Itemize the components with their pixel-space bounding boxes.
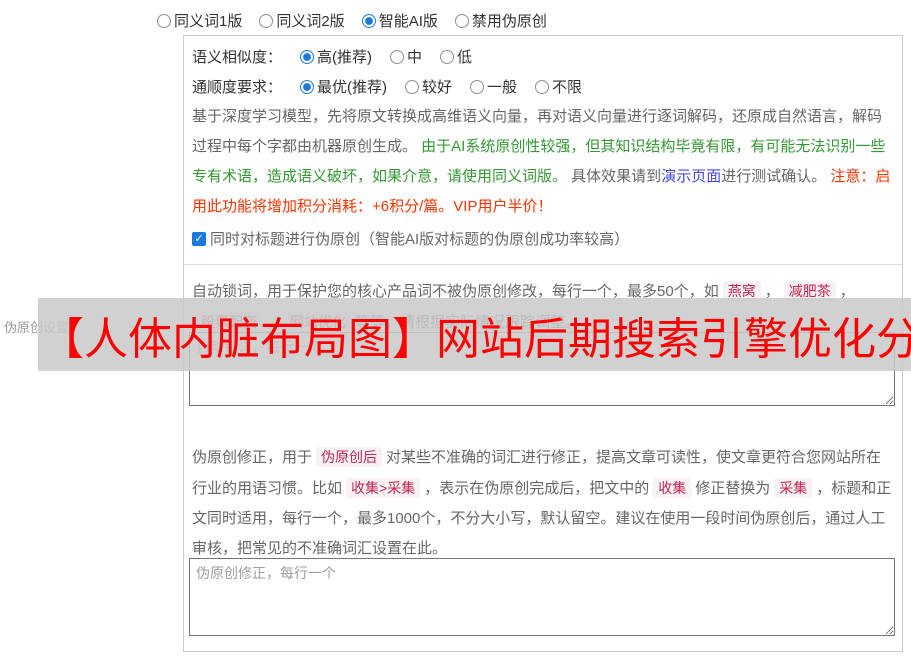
semantic-similarity-label: 语义相似度： — [192, 49, 283, 66]
radio-checked-icon — [300, 49, 315, 64]
fluency-option-best[interactable]: 最优(推荐) — [300, 76, 387, 97]
radio-unchecked-icon — [157, 13, 171, 28]
mode-option-label: 同义词1版 — [174, 13, 243, 30]
semantic-option-low[interactable]: 低 — [440, 46, 472, 67]
fluency-option-label: 最优(推荐) — [317, 79, 388, 96]
radio-checked-icon — [361, 13, 376, 28]
overlay-ad-banner: 【人体内脏布局图】网站后期搜索引擎优化分析 — [38, 298, 911, 371]
mode-option-label: 禁用伪原创 — [471, 13, 547, 30]
demo-page-link[interactable]: 演示页面 — [661, 168, 721, 185]
overlay-banner-text: 【人体内脏布局图】网站后期搜索引擎优化分析 — [40, 314, 911, 364]
ai-mode-description: 基于深度学习模型，先将原文转换成高维语义向量，再对语义向量进行逐词解码，还原成自… — [192, 102, 894, 222]
mode-option-synonym1[interactable]: 同义词1版 — [157, 10, 242, 31]
title-pseudo-original-checkbox-row[interactable]: ✓ 同时对标题进行伪原创（智能AI版对标题的伪原创成功率较高） — [192, 228, 629, 249]
fluency-option-normal[interactable]: 一般 — [470, 76, 517, 97]
section-divider — [184, 264, 902, 265]
description-gray-text: 进行测试确认。 — [721, 168, 831, 185]
keyword-example: 采集 — [774, 478, 813, 498]
radio-unchecked-icon — [390, 49, 405, 64]
correction-text: 伪原创修正，用于 — [192, 449, 313, 466]
semantic-similarity-row: 语义相似度： 高(推荐) 中 低 — [192, 46, 472, 67]
pseudo-original-mode-selector: 同义词1版 同义词2版 智能AI版 禁用伪原创 — [157, 10, 547, 31]
checkbox-checked-icon: ✓ — [192, 231, 206, 246]
correction-words-textarea[interactable] — [189, 558, 895, 636]
semantic-option-label: 高(推荐) — [317, 49, 373, 66]
fluency-option-good[interactable]: 较好 — [405, 76, 452, 97]
correction-description: 伪原创修正，用于 伪原创后 对某些不准确的词汇进行修正，提高文章可读性，使文章更符合… — [192, 442, 896, 564]
mode-option-label: 智能AI版 — [378, 13, 438, 30]
fluency-option-unlimited[interactable]: 不限 — [535, 76, 582, 97]
keyword-example: 收集>采集 — [346, 478, 421, 498]
correction-text: ，表示在伪原创完成后，把文中的 — [424, 480, 650, 497]
title-checkbox-label: 同时对标题进行伪原创（智能AI版对标题的伪原创成功率较高） — [210, 231, 630, 248]
correction-text: 修正替换为 — [695, 480, 771, 497]
mode-option-smart-ai[interactable]: 智能AI版 — [361, 10, 438, 31]
radio-unchecked-icon — [535, 79, 550, 94]
description-gray-text: 具体效果请到 — [571, 168, 662, 185]
radio-checked-icon — [300, 79, 315, 94]
mode-option-label: 同义词2版 — [276, 13, 345, 30]
fluency-requirement-label: 通顺度要求： — [192, 79, 283, 96]
radio-unchecked-icon — [259, 13, 274, 28]
fluency-requirement-row: 通顺度要求： 最优(推荐) 较好 一般 不限 — [192, 76, 582, 97]
mode-option-synonym2[interactable]: 同义词2版 — [259, 10, 345, 31]
semantic-option-label: 低 — [457, 49, 473, 66]
semantic-option-high[interactable]: 高(推荐) — [300, 46, 372, 67]
fluency-option-label: 不限 — [552, 79, 583, 96]
radio-unchecked-icon — [405, 79, 420, 94]
mode-option-disable[interactable]: 禁用伪原创 — [454, 10, 547, 31]
semantic-option-label: 中 — [407, 49, 423, 66]
radio-unchecked-icon — [454, 13, 469, 28]
fluency-option-label: 一般 — [487, 79, 518, 96]
semantic-option-medium[interactable]: 中 — [390, 46, 422, 67]
keyword-example: 收集 — [653, 478, 692, 498]
keyword-example: 伪原创后 — [316, 447, 383, 467]
fluency-option-label: 较好 — [422, 79, 453, 96]
radio-unchecked-icon — [440, 49, 455, 64]
radio-unchecked-icon — [470, 79, 485, 94]
